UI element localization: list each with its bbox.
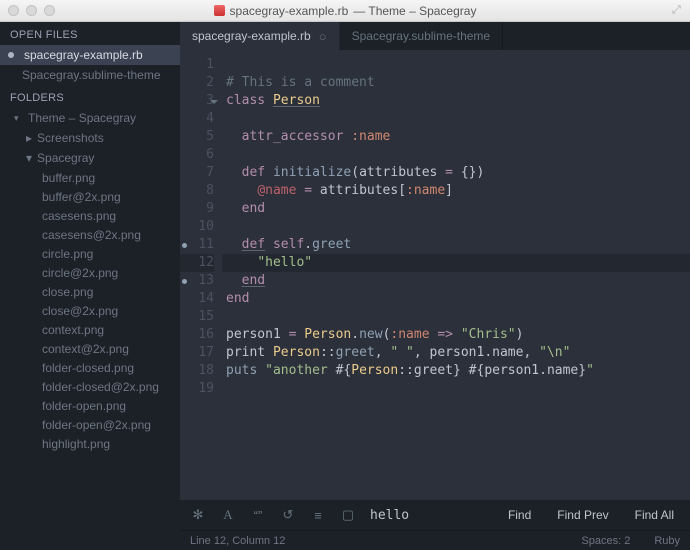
case-sensitive-icon[interactable]: A — [220, 507, 236, 523]
code-line[interactable] — [222, 380, 690, 398]
sidebar-file[interactable]: circle.png — [0, 244, 180, 263]
syntax-setting[interactable]: Ruby — [654, 535, 680, 547]
indentation-setting[interactable]: Spaces: 2 — [581, 535, 630, 547]
close-window-button[interactable] — [8, 5, 19, 16]
code-line[interactable]: puts "another #{Person::greet} #{person1… — [222, 362, 690, 380]
wrap-icon[interactable]: ↺ — [280, 507, 296, 523]
code-line[interactable]: print Person::greet, " ", person1.name, … — [222, 344, 690, 362]
sidebar-file[interactable]: context.png — [0, 320, 180, 339]
find-all-button[interactable]: Find All — [629, 508, 680, 522]
whole-word-icon[interactable]: “” — [250, 508, 266, 523]
line-number[interactable]: 2 — [180, 74, 214, 92]
chevron-right-icon: ▸ — [26, 131, 32, 145]
code-content[interactable]: # This is a commentclass Person attr_acc… — [222, 50, 690, 500]
code-line[interactable]: def initialize(attributes = {}) — [222, 164, 690, 182]
regex-toggle-icon[interactable]: ✻ — [190, 507, 206, 523]
minimize-window-button[interactable] — [26, 5, 37, 16]
code-line[interactable]: end — [222, 200, 690, 218]
ruby-file-icon — [214, 5, 225, 16]
line-number[interactable]: 9 — [180, 200, 214, 218]
open-files-header: OPEN FILES — [0, 22, 180, 45]
code-line[interactable]: person1 = Person.new(:name => "Chris") — [222, 326, 690, 344]
find-button[interactable]: Find — [502, 508, 537, 522]
code-line[interactable]: def self.greet — [222, 236, 690, 254]
line-number[interactable]: 5 — [180, 128, 214, 146]
line-number[interactable]: 4 — [180, 110, 214, 128]
code-line[interactable] — [222, 110, 690, 128]
zoom-window-button[interactable] — [44, 5, 55, 16]
line-number[interactable]: 7 — [180, 164, 214, 182]
sidebar-file[interactable]: folder-closed.png — [0, 358, 180, 377]
code-line[interactable]: end — [222, 290, 690, 308]
window-title-suffix: — Theme – Spacegray — [353, 4, 476, 18]
window-titlebar: spacegray-example.rb — Theme – Spacegray… — [0, 0, 690, 22]
line-number[interactable]: 11 — [180, 236, 214, 254]
dirty-indicator-icon[interactable]: ○ — [319, 29, 327, 44]
sidebar-file[interactable]: close@2x.png — [0, 301, 180, 320]
line-number[interactable]: 18 — [180, 362, 214, 380]
tab[interactable]: spacegray-example.rb ○ — [180, 22, 340, 50]
line-number[interactable]: 6 — [180, 146, 214, 164]
fullscreen-icon[interactable]: ⤢ — [672, 4, 684, 16]
status-bar: Line 12, Column 12 Spaces: 2 Ruby — [180, 530, 690, 550]
sidebar-file[interactable]: folder-closed@2x.png — [0, 377, 180, 396]
line-number[interactable]: 15 — [180, 308, 214, 326]
sidebar-file[interactable]: casesens@2x.png — [0, 225, 180, 244]
tab[interactable]: Spacegray.sublime-theme — [340, 22, 504, 50]
window-controls — [0, 5, 55, 16]
sidebar-folder[interactable]: ▾ Spacegray — [0, 148, 180, 168]
sidebar-file[interactable]: highlight.png — [0, 434, 180, 453]
open-file-item[interactable]: spacegray-example.rb — [0, 45, 180, 65]
sidebar-file[interactable]: folder-open.png — [0, 396, 180, 415]
line-number[interactable]: 1 — [180, 56, 214, 74]
line-number[interactable]: 12 — [180, 254, 214, 272]
highlight-icon[interactable]: ▢ — [340, 507, 356, 523]
code-line[interactable] — [222, 218, 690, 236]
sidebar-file[interactable]: context@2x.png — [0, 339, 180, 358]
line-gutter: 12345678910111213141516171819 — [180, 50, 222, 500]
sidebar-file[interactable]: buffer.png — [0, 168, 180, 187]
in-selection-icon[interactable]: ≡ — [310, 508, 326, 523]
sidebar-folder-root[interactable]: ▾ Theme – Spacegray — [0, 108, 180, 128]
line-number[interactable]: 16 — [180, 326, 214, 344]
code-line[interactable]: class Person — [222, 92, 690, 110]
sidebar-file[interactable]: folder-open@2x.png — [0, 415, 180, 434]
code-line[interactable] — [222, 146, 690, 164]
chevron-down-icon: ▾ — [26, 151, 32, 165]
find-bar: ✻ A “” ↺ ≡ ▢ hello Find Find Prev Find A… — [180, 500, 690, 530]
cursor-position: Line 12, Column 12 — [190, 535, 285, 547]
code-editor[interactable]: 12345678910111213141516171819 # This is … — [180, 50, 690, 500]
folders-header: FOLDERS — [0, 85, 180, 108]
sidebar-folder[interactable]: ▸ Screenshots — [0, 128, 180, 148]
line-number[interactable]: 8 — [180, 182, 214, 200]
line-number[interactable]: 17 — [180, 344, 214, 362]
code-line[interactable]: attr_accessor :name — [222, 128, 690, 146]
window-title-file: spacegray-example.rb — [230, 4, 349, 18]
find-prev-button[interactable]: Find Prev — [551, 508, 614, 522]
line-number[interactable]: 3 — [180, 92, 214, 110]
line-number[interactable]: 13 — [180, 272, 214, 290]
line-number[interactable]: 19 — [180, 380, 214, 398]
sidebar-file[interactable]: circle@2x.png — [0, 263, 180, 282]
code-line[interactable]: # This is a comment — [222, 74, 690, 92]
code-line[interactable]: end — [222, 272, 690, 290]
code-line[interactable] — [222, 56, 690, 74]
chevron-down-icon: ▾ — [14, 113, 23, 124]
sidebar-file[interactable]: casesens.png — [0, 206, 180, 225]
code-line[interactable]: @name = attributes[:name] — [222, 182, 690, 200]
sidebar-file[interactable]: buffer@2x.png — [0, 187, 180, 206]
sidebar-file[interactable]: close.png — [0, 282, 180, 301]
code-line[interactable] — [222, 308, 690, 326]
tab-bar: spacegray-example.rb ○ Spacegray.sublime… — [180, 22, 690, 50]
code-line[interactable]: "hello" — [222, 254, 690, 272]
line-number[interactable]: 10 — [180, 218, 214, 236]
find-input[interactable]: hello — [370, 508, 488, 523]
open-file-item[interactable]: Spacegray.sublime-theme — [0, 65, 180, 85]
line-number[interactable]: 14 — [180, 290, 214, 308]
sidebar: OPEN FILES spacegray-example.rb Spacegra… — [0, 22, 180, 550]
